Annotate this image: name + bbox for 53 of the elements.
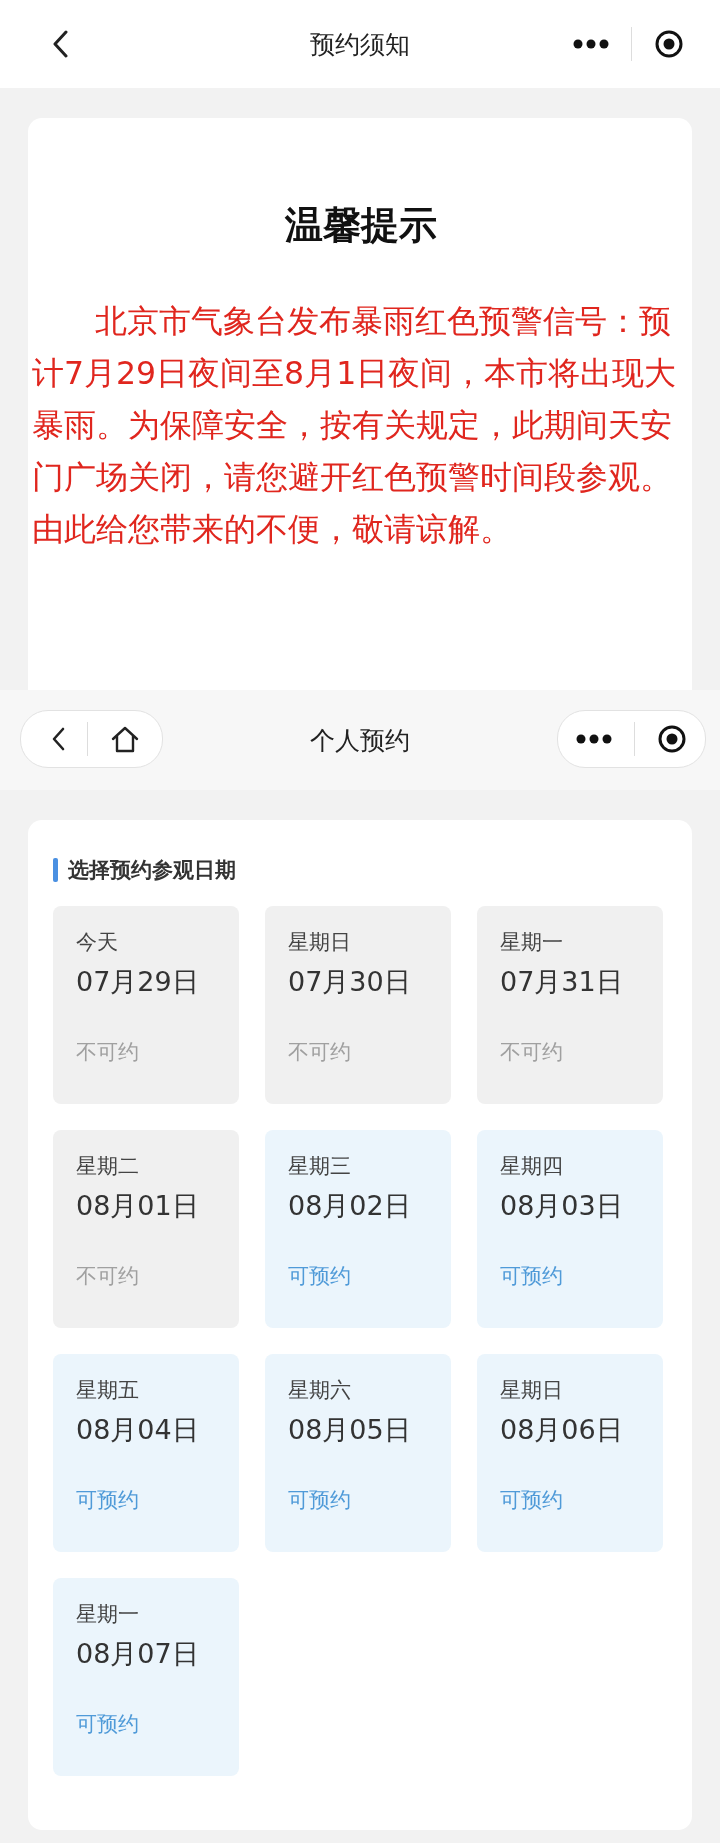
status-label: 不可约 [76, 1263, 140, 1290]
date-option[interactable]: 星期一 07月31日 不可约 [477, 906, 663, 1104]
weekday-label: 星期一 [76, 1601, 140, 1628]
weekday-label: 星期日 [288, 929, 352, 956]
page-title: 个人预约 [310, 724, 410, 757]
weekday-label: 星期三 [288, 1153, 352, 1180]
date-label: 08月07日 [76, 1637, 200, 1671]
page-title: 预约须知 [310, 28, 410, 61]
status-label: 可预约 [288, 1487, 352, 1514]
status-label: 不可约 [288, 1039, 352, 1066]
date-option[interactable]: 星期日 08月06日 可预约 [477, 1354, 663, 1552]
date-option[interactable]: 今天 07月29日 不可约 [53, 906, 239, 1104]
date-label: 07月29日 [76, 965, 200, 999]
status-label: 可预约 [76, 1487, 140, 1514]
back-icon[interactable] [52, 30, 68, 58]
status-label: 不可约 [76, 1039, 140, 1066]
target-icon[interactable] [654, 29, 684, 59]
status-label: 可预约 [288, 1263, 352, 1290]
status-label: 可预约 [500, 1487, 564, 1514]
notice-text: 北京市气象台发布暴雨红色预警信号：预计7月29日夜间至8月1日夜间，本市将出现大暴雨。为保障安全，按有关规定，此期间天安门广场关闭，请您避开红色预警时间段参观。由此给您带来的不便，敬请谅解。 [32, 302, 678, 549]
date-label: 07月30日 [288, 965, 412, 999]
date-option[interactable]: 星期二 08月01日 不可约 [53, 1130, 239, 1328]
status-label: 不可约 [500, 1039, 564, 1066]
more-icon[interactable] [573, 39, 609, 49]
target-icon[interactable] [657, 724, 687, 754]
section-title: 选择预约参观日期 [68, 857, 236, 884]
weekday-label: 星期四 [500, 1153, 564, 1180]
date-option[interactable]: 星期三 08月02日 可预约 [265, 1130, 451, 1328]
accent-bar [53, 858, 58, 882]
back-icon[interactable] [51, 727, 65, 751]
date-label: 08月04日 [76, 1413, 200, 1447]
more-icon[interactable] [576, 734, 612, 744]
status-label: 可预约 [500, 1263, 564, 1290]
home-icon[interactable] [110, 725, 140, 753]
status-label: 可预约 [76, 1711, 140, 1738]
notice-title: 温馨提示 [284, 202, 438, 249]
date-label: 07月31日 [500, 965, 624, 999]
date-option[interactable]: 星期五 08月04日 可预约 [53, 1354, 239, 1552]
weekday-label: 星期日 [500, 1377, 564, 1404]
weekday-label: 星期二 [76, 1153, 140, 1180]
weekday-label: 星期一 [500, 929, 564, 956]
date-label: 08月03日 [500, 1189, 624, 1223]
date-option[interactable]: 星期日 07月30日 不可约 [265, 906, 451, 1104]
date-label: 08月05日 [288, 1413, 412, 1447]
weekday-label: 星期六 [288, 1377, 352, 1404]
weekday-label: 今天 [76, 929, 119, 956]
weekday-label: 星期五 [76, 1377, 140, 1404]
date-label: 08月06日 [500, 1413, 624, 1447]
date-label: 08月01日 [76, 1189, 200, 1223]
date-option[interactable]: 星期一 08月07日 可预约 [53, 1578, 239, 1776]
date-option[interactable]: 星期六 08月05日 可预约 [265, 1354, 451, 1552]
date-label: 08月02日 [288, 1189, 412, 1223]
date-option[interactable]: 星期四 08月03日 可预约 [477, 1130, 663, 1328]
